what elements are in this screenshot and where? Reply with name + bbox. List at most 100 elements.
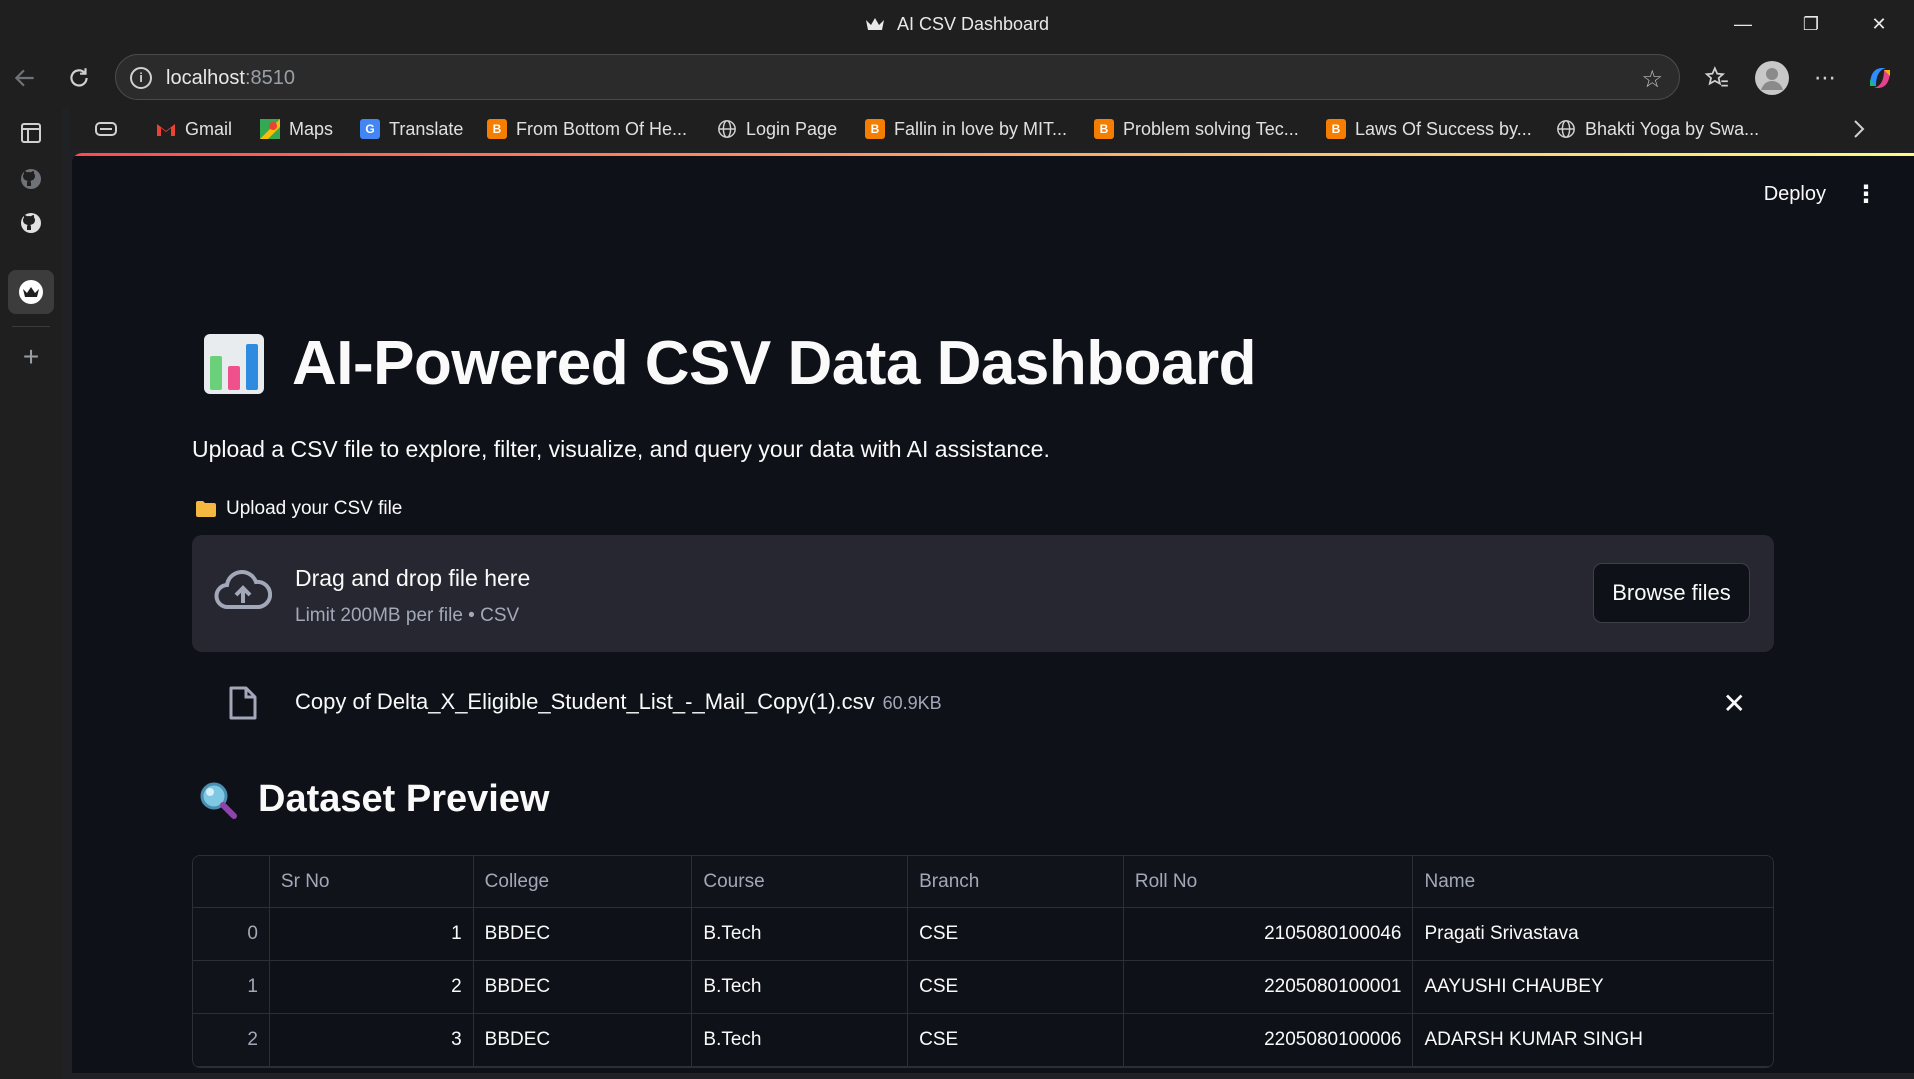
browser-toolbar: i localhost:8510 ☆ ⋯ (0, 48, 1914, 108)
bookmark-gmail[interactable]: Gmail (156, 117, 232, 141)
bookmark-bhakti-yoga[interactable]: Bhakti Yoga by Swa... (1556, 117, 1759, 141)
deploy-button[interactable]: Deploy (1764, 183, 1826, 206)
file-dropzone[interactable]: Drag and drop file here Limit 200MB per … (192, 535, 1774, 652)
close-window-button[interactable]: ✕ (1865, 10, 1893, 38)
url-text[interactable]: localhost:8510 (166, 67, 295, 90)
table-row: 1 2 BBDEC B.Tech CSE 2205080100001 AAYUS… (193, 961, 1773, 1014)
column-header-sr-no[interactable]: Sr No (270, 856, 474, 907)
table-cell[interactable]: B.Tech (692, 908, 909, 960)
file-name: Copy of Delta_X_Eligible_Student_List_-_… (295, 689, 942, 714)
column-header-branch[interactable]: Branch (908, 856, 1124, 907)
upload-label: Upload your CSV file (196, 498, 402, 520)
globe-icon (1556, 119, 1576, 139)
bookmark-from-bottom[interactable]: B From Bottom Of He... (487, 117, 687, 141)
table-cell[interactable]: CSE (908, 961, 1124, 1013)
browser-sidebar: + (0, 108, 62, 1079)
add-icon[interactable]: + (12, 338, 50, 376)
blogger-icon: B (865, 119, 885, 139)
browse-files-button[interactable]: Browse files (1593, 563, 1750, 623)
table-cell[interactable]: 2205080100006 (1124, 1014, 1414, 1066)
blogger-icon: B (1094, 119, 1114, 139)
gmail-icon (156, 119, 176, 139)
table-header-row: Sr No College Course Branch Roll No Name (193, 856, 1773, 908)
github-icon[interactable] (12, 204, 50, 242)
bookmark-fallin-in-love[interactable]: B Fallin in love by MIT... (865, 117, 1067, 141)
subtitle: Upload a CSV file to explore, filter, vi… (192, 436, 1050, 462)
table-cell[interactable]: 2105080100046 (1124, 908, 1414, 960)
row-index[interactable]: 1 (193, 961, 270, 1013)
window-title: AI CSV Dashboard (0, 14, 1914, 35)
table-row: 2 3 BBDEC B.Tech CSE 2205080100006 ADARS… (193, 1014, 1773, 1067)
table-cell[interactable]: CSE (908, 1014, 1124, 1066)
github-icon[interactable] (12, 160, 50, 198)
row-index[interactable]: 2 (193, 1014, 270, 1066)
bookmark-problem-solving[interactable]: B Problem solving Tec... (1094, 117, 1299, 141)
column-header-course[interactable]: Course (692, 856, 909, 907)
dataset-preview-heading: Dataset Preview (198, 778, 550, 821)
more-options-icon[interactable]: ⋯ (1809, 62, 1841, 94)
bookmark-login-page[interactable]: Login Page (717, 117, 837, 141)
table-row: 0 1 BBDEC B.Tech CSE 2105080100046 Praga… (193, 908, 1773, 961)
table-cell[interactable]: BBDEC (474, 961, 693, 1013)
site-info-icon[interactable]: i (130, 67, 152, 89)
table-cell[interactable]: 2 (270, 961, 474, 1013)
remove-file-close-icon[interactable]: ✕ (1723, 687, 1746, 720)
title-text: AI-Powered CSV Data Dashboard (292, 329, 1256, 398)
page-title: AI-Powered CSV Data Dashboard (202, 328, 1256, 399)
dataset-table[interactable]: Sr No College Course Branch Roll No Name… (192, 855, 1774, 1068)
column-header-college[interactable]: College (474, 856, 693, 907)
table-cell[interactable]: BBDEC (474, 908, 693, 960)
column-header-name[interactable]: Name (1413, 856, 1773, 907)
dropzone-title: Drag and drop file here (295, 565, 531, 591)
streamlit-app: Deploy ⋮ AI-Powered CSV Data Dashboard U… (72, 153, 1914, 1073)
reload-icon[interactable] (63, 62, 95, 94)
window-title-bar: AI CSV Dashboard — ❐ ✕ (0, 0, 1914, 48)
favorites-icon[interactable] (1701, 62, 1733, 94)
tab-search-icon[interactable] (94, 117, 118, 141)
folder-icon (196, 501, 216, 517)
header-decoration-bar (72, 153, 1914, 156)
table-cell[interactable]: BBDEC (474, 1014, 693, 1066)
chevron-right-icon[interactable] (1852, 117, 1866, 141)
bar-chart-icon (204, 333, 264, 394)
restore-button[interactable]: ❐ (1797, 10, 1825, 38)
bookmarks-bar: Gmail Maps G Translate B From Bottom Of He… (70, 108, 1914, 150)
table-cell[interactable]: ADARSH KUMAR SINGH (1413, 1014, 1773, 1066)
upload-label-text: Upload your CSV file (226, 498, 403, 519)
main-menu-icon[interactable]: ⋮ (1854, 181, 1878, 209)
row-index[interactable]: 0 (193, 908, 270, 960)
uploaded-file: Copy of Delta_X_Eligible_Student_List_-_… (192, 673, 1774, 733)
table-cell[interactable]: B.Tech (692, 1014, 909, 1066)
table-cell[interactable]: Pragati Srivastava (1413, 908, 1773, 960)
bookmark-star-icon[interactable]: ☆ (1641, 65, 1663, 94)
back-icon[interactable] (9, 62, 41, 94)
table-cell[interactable]: CSE (908, 908, 1124, 960)
table-cell[interactable]: 3 (270, 1014, 474, 1066)
table-cell[interactable]: B.Tech (692, 961, 909, 1013)
tab-actions-icon[interactable] (12, 114, 50, 152)
table-cell[interactable]: 2205080100001 (1124, 961, 1414, 1013)
globe-icon (717, 119, 737, 139)
preview-heading-text: Dataset Preview (258, 778, 550, 820)
bookmark-laws-of-success[interactable]: B Laws Of Success by... (1326, 117, 1532, 141)
table-cell[interactable]: 1 (270, 908, 474, 960)
dropzone-limit: Limit 200MB per file • CSV (295, 605, 520, 626)
streamlit-tab-icon[interactable] (8, 270, 54, 314)
sidebar-divider (12, 326, 50, 327)
minimize-button[interactable]: — (1729, 10, 1757, 38)
magnifying-glass-icon (200, 782, 237, 819)
column-header-index[interactable] (193, 856, 270, 907)
copilot-icon[interactable] (1864, 62, 1896, 94)
blogger-icon: B (487, 119, 507, 139)
streamlit-crown-icon (865, 18, 884, 30)
cloud-upload-icon (214, 570, 272, 609)
blogger-icon: B (1326, 119, 1346, 139)
profile-avatar[interactable] (1754, 60, 1790, 96)
translate-icon: G (360, 119, 380, 139)
address-bar[interactable]: i localhost:8510 ☆ (115, 54, 1680, 100)
column-header-roll-no[interactable]: Roll No (1124, 856, 1414, 907)
table-cell[interactable]: AAYUSHI CHAUBEY (1413, 961, 1773, 1013)
file-size: 60.9KB (882, 693, 942, 713)
bookmark-maps[interactable]: Maps (260, 117, 333, 141)
bookmark-translate[interactable]: G Translate (360, 117, 463, 141)
